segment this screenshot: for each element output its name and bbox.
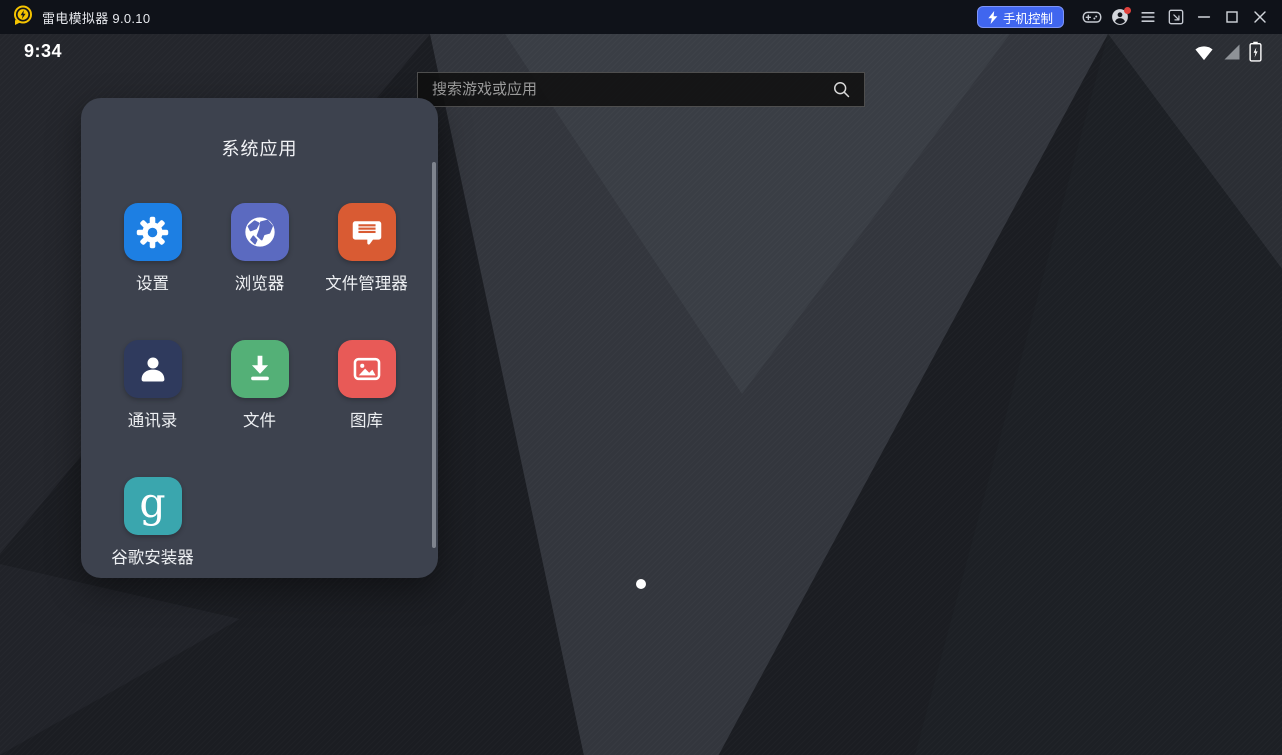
emulator-window: 雷电模拟器 9.0.10 手机控制 (0, 0, 1282, 755)
page-indicator-dot (636, 579, 646, 589)
gallery-app-icon[interactable] (338, 340, 396, 398)
window-title: 雷电模拟器 9.0.10 (42, 8, 150, 27)
person-icon (134, 350, 172, 388)
files-app-icon[interactable] (231, 340, 289, 398)
app-gallery[interactable]: 图库 (313, 340, 420, 477)
menu-button[interactable] (1134, 0, 1162, 34)
app-logo-icon (12, 4, 34, 31)
notification-dot (1124, 7, 1131, 14)
globe-icon (240, 212, 280, 252)
titlebar: 雷电模拟器 9.0.10 手机控制 (0, 0, 1282, 34)
image-icon (348, 350, 386, 388)
close-button[interactable] (1246, 0, 1274, 34)
phone-control-label: 手机控制 (1003, 8, 1053, 27)
account-button[interactable] (1106, 0, 1134, 34)
status-bar-icons (1193, 41, 1262, 62)
app-google-installer[interactable]: g 谷歌安装器 (99, 477, 206, 614)
gear-icon (134, 214, 171, 251)
app-label: 谷歌安装器 (111, 544, 194, 568)
app-settings[interactable]: 设置 (99, 203, 206, 340)
search-input[interactable] (432, 81, 831, 98)
app-label: 文件管理器 (325, 270, 408, 294)
maximize-icon (1222, 7, 1242, 27)
app-file-manager[interactable]: 文件管理器 (313, 203, 420, 340)
search-bar[interactable] (417, 72, 865, 107)
status-bar-clock: 9:34 (24, 41, 62, 62)
battery-charging-icon (1249, 41, 1262, 62)
close-icon (1250, 7, 1270, 27)
download-icon (241, 350, 279, 388)
gamepad-button[interactable] (1078, 0, 1106, 34)
maximize-button[interactable] (1218, 0, 1246, 34)
search-icon[interactable] (831, 79, 852, 100)
cell-signal-icon (1222, 42, 1242, 62)
android-home-screen[interactable]: 9:34 系统应用 (0, 34, 1282, 755)
phone-control-button[interactable]: 手机控制 (977, 6, 1064, 28)
app-label: 浏览器 (235, 270, 285, 294)
settings-app-icon[interactable] (124, 203, 182, 261)
app-grid: 设置 浏览器 (99, 203, 420, 614)
app-label: 设置 (136, 270, 169, 294)
app-label: 通讯录 (128, 407, 178, 431)
file-manager-app-icon[interactable] (338, 203, 396, 261)
app-contacts[interactable]: 通讯录 (99, 340, 206, 477)
app-browser[interactable]: 浏览器 (206, 203, 313, 340)
folder-scrollbar[interactable] (432, 162, 436, 548)
contacts-app-icon[interactable] (124, 340, 182, 398)
google-installer-app-icon[interactable]: g (124, 477, 182, 535)
app-label: 图库 (350, 407, 383, 431)
lightning-icon (988, 11, 998, 24)
wifi-icon (1193, 42, 1215, 62)
hamburger-menu-icon (1138, 7, 1158, 27)
browser-app-icon[interactable] (231, 203, 289, 261)
resize-window-button[interactable] (1162, 0, 1190, 34)
app-files[interactable]: 文件 (206, 340, 313, 477)
minimize-icon (1194, 7, 1214, 27)
letter-g-icon: g (139, 483, 165, 524)
app-label: 文件 (243, 407, 276, 431)
folder-title: 系统应用 (81, 98, 438, 161)
minimize-button[interactable] (1190, 0, 1218, 34)
document-folder-icon (348, 213, 386, 251)
resize-arrow-icon (1166, 7, 1186, 27)
system-apps-folder: 系统应用 (81, 98, 438, 578)
gamepad-icon (1081, 6, 1103, 28)
